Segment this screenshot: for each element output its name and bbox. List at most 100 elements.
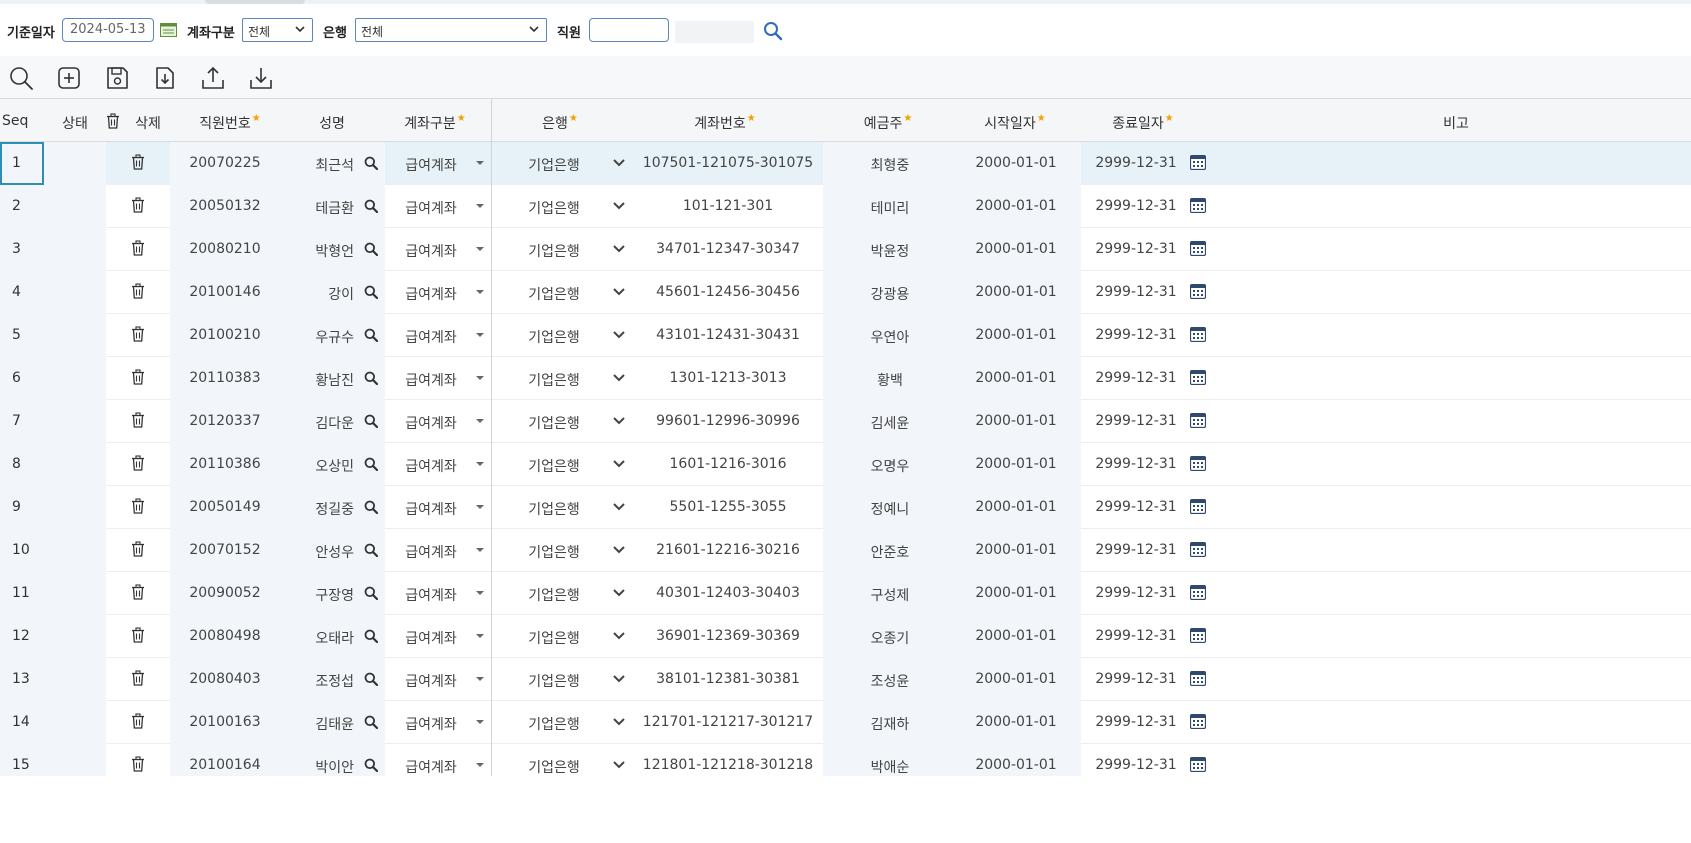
bank-select[interactable]: 전체 <box>355 18 547 42</box>
row-acct-type[interactable]: 급여계좌 <box>398 456 464 476</box>
table-row[interactable]: 9 20050149 정길중 급여계좌 기업은행 5501-1255-3055 … <box>0 486 1691 529</box>
row-acct-type[interactable]: 급여계좌 <box>398 198 464 218</box>
trash-icon[interactable] <box>131 498 147 514</box>
calendar-icon[interactable] <box>1189 713 1207 730</box>
chevron-down-icon[interactable] <box>612 714 628 730</box>
search-icon[interactable] <box>364 241 380 257</box>
chevron-down-icon[interactable] <box>612 456 628 472</box>
row-acct-type[interactable]: 급여계좌 <box>398 413 464 433</box>
calendar-icon[interactable] <box>1189 326 1207 343</box>
trash-icon[interactable] <box>106 113 120 129</box>
trash-icon[interactable] <box>131 541 147 557</box>
table-row[interactable]: 6 20110383 황남진 급여계좌 기업은행 1301-1213-3013 … <box>0 357 1691 400</box>
chevron-down-icon[interactable] <box>612 585 628 601</box>
table-row[interactable]: 4 20100146 강이 급여계좌 기업은행 45601-12456-3045… <box>0 271 1691 314</box>
trash-icon[interactable] <box>131 756 147 772</box>
calendar-icon[interactable] <box>1189 498 1207 515</box>
trash-icon[interactable] <box>131 369 147 385</box>
dropdown-caret-icon[interactable] <box>476 333 484 337</box>
trash-icon[interactable] <box>131 713 147 729</box>
chevron-down-icon[interactable] <box>612 327 628 343</box>
search-icon[interactable] <box>364 628 380 644</box>
calendar-icon[interactable] <box>1189 369 1207 386</box>
table-row[interactable]: 14 20100163 김태윤 급여계좌 기업은행 121701-121217-… <box>0 701 1691 744</box>
dropdown-caret-icon[interactable] <box>476 247 484 251</box>
dropdown-caret-icon[interactable] <box>476 204 484 208</box>
row-bank[interactable]: 기업은행 <box>519 370 589 390</box>
row-acct-type[interactable]: 급여계좌 <box>398 757 464 776</box>
search-icon[interactable] <box>364 499 380 515</box>
calendar-icon[interactable] <box>1189 197 1207 214</box>
trash-icon[interactable] <box>131 326 147 342</box>
table-row[interactable]: 11 20090052 구장영 급여계좌 기업은행 40301-12403-30… <box>0 572 1691 615</box>
table-row[interactable]: 10 20070152 안성우 급여계좌 기업은행 21601-12216-30… <box>0 529 1691 572</box>
row-acct-type[interactable]: 급여계좌 <box>398 585 464 605</box>
calendar-icon[interactable] <box>1189 412 1207 429</box>
row-bank[interactable]: 기업은행 <box>519 542 589 562</box>
row-bank[interactable]: 기업은행 <box>519 155 589 175</box>
download-icon[interactable] <box>248 65 274 91</box>
employee-input[interactable] <box>589 18 669 42</box>
calendar-icon[interactable] <box>1189 541 1207 558</box>
chevron-down-icon[interactable] <box>612 241 628 257</box>
row-bank[interactable]: 기업은행 <box>519 585 589 605</box>
calendar-icon[interactable] <box>1189 455 1207 472</box>
row-bank[interactable]: 기업은행 <box>519 714 589 734</box>
row-bank[interactable]: 기업은행 <box>519 198 589 218</box>
upload-icon[interactable] <box>200 65 226 91</box>
calendar-icon[interactable] <box>1189 154 1207 171</box>
row-acct-type[interactable]: 급여계좌 <box>398 628 464 648</box>
table-row[interactable]: 1 20070225 최근석 급여계좌 기업은행 107501-121075-3… <box>0 142 1691 185</box>
trash-icon[interactable] <box>131 584 147 600</box>
row-bank[interactable]: 기업은행 <box>519 327 589 347</box>
row-acct-type[interactable]: 급여계좌 <box>398 499 464 519</box>
row-acct-type[interactable]: 급여계좌 <box>398 327 464 347</box>
table-row[interactable]: 3 20080210 박형언 급여계좌 기업은행 34701-12347-303… <box>0 228 1691 271</box>
chevron-down-icon[interactable] <box>612 542 628 558</box>
table-row[interactable]: 15 20100164 박이안 급여계좌 기업은행 121801-121218-… <box>0 744 1691 776</box>
trash-icon[interactable] <box>131 455 147 471</box>
row-acct-type[interactable]: 급여계좌 <box>398 284 464 304</box>
trash-icon[interactable] <box>131 154 147 170</box>
search-icon[interactable] <box>364 757 380 773</box>
search-icon[interactable] <box>8 65 34 91</box>
row-acct-type[interactable]: 급여계좌 <box>398 671 464 691</box>
search-icon[interactable] <box>364 714 380 730</box>
dropdown-caret-icon[interactable] <box>476 634 484 638</box>
row-bank[interactable]: 기업은행 <box>519 757 589 776</box>
calendar-icon[interactable] <box>1189 627 1207 644</box>
dropdown-caret-icon[interactable] <box>476 677 484 681</box>
search-icon[interactable] <box>364 542 380 558</box>
table-row[interactable]: 13 20080403 조정섭 급여계좌 기업은행 38101-12381-30… <box>0 658 1691 701</box>
row-acct-type[interactable]: 급여계좌 <box>398 542 464 562</box>
dropdown-caret-icon[interactable] <box>476 548 484 552</box>
dropdown-caret-icon[interactable] <box>476 419 484 423</box>
add-icon[interactable] <box>56 65 82 91</box>
calendar-icon[interactable] <box>1189 283 1207 300</box>
chevron-down-icon[interactable] <box>612 628 628 644</box>
table-row[interactable]: 5 20100210 우규수 급여계좌 기업은행 43101-12431-304… <box>0 314 1691 357</box>
calendar-icon[interactable] <box>1189 756 1207 773</box>
account-type-select[interactable]: 전체 <box>242 18 313 42</box>
chevron-down-icon[interactable] <box>612 413 628 429</box>
table-row[interactable]: 12 20080498 오태라 급여계좌 기업은행 36901-12369-30… <box>0 615 1691 658</box>
trash-icon[interactable] <box>131 627 147 643</box>
trash-icon[interactable] <box>131 197 147 213</box>
search-icon[interactable] <box>364 327 380 343</box>
dropdown-caret-icon[interactable] <box>476 720 484 724</box>
dropdown-caret-icon[interactable] <box>476 763 484 767</box>
calendar-icon[interactable] <box>160 22 177 37</box>
chevron-down-icon[interactable] <box>612 671 628 687</box>
row-bank[interactable]: 기업은행 <box>519 671 589 691</box>
dropdown-caret-icon[interactable] <box>476 591 484 595</box>
search-icon[interactable] <box>364 413 380 429</box>
row-acct-type[interactable]: 급여계좌 <box>398 370 464 390</box>
chevron-down-icon[interactable] <box>612 198 628 214</box>
row-bank[interactable]: 기업은행 <box>519 628 589 648</box>
trash-icon[interactable] <box>131 670 147 686</box>
search-icon[interactable] <box>763 21 783 41</box>
row-acct-type[interactable]: 급여계좌 <box>398 155 464 175</box>
dropdown-caret-icon[interactable] <box>476 462 484 466</box>
search-icon[interactable] <box>364 370 380 386</box>
search-icon[interactable] <box>364 284 380 300</box>
